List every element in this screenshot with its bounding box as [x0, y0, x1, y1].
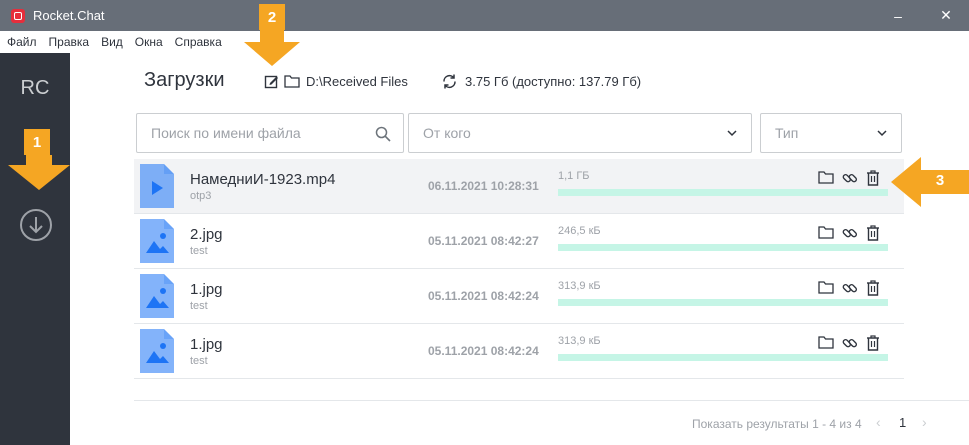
maximize-button[interactable] [877, 0, 923, 31]
file-name: 1.jpg [190, 336, 223, 353]
download-progress [558, 299, 888, 306]
callout-arrow-down-icon [8, 155, 70, 190]
title-bar: Rocket.Chat – ✕ [0, 0, 969, 31]
type-placeholder: Тип [775, 125, 799, 141]
download-row[interactable]: НамедниИ-1923.mp4 otp3 06.11.2021 10:28:… [134, 159, 904, 214]
file-size: 246,5 кБ [558, 225, 601, 237]
menu-file[interactable]: Файл [0, 35, 43, 49]
from-placeholder: От кого [423, 125, 471, 141]
download-progress [558, 354, 888, 361]
image-file-icon [140, 329, 174, 373]
file-sender: test [190, 355, 208, 367]
folder-icon[interactable] [818, 170, 834, 189]
download-progress [558, 189, 888, 196]
trash-icon[interactable] [866, 280, 880, 301]
image-file-icon [140, 274, 174, 318]
link-icon[interactable] [842, 225, 858, 246]
folder-icon [284, 74, 300, 93]
file-name: 1.jpg [190, 281, 223, 298]
server-logo[interactable]: RC [0, 77, 70, 100]
download-circle-icon[interactable] [19, 208, 53, 247]
server-sidebar: RC [0, 53, 70, 445]
menu-view[interactable]: Вид [95, 35, 129, 49]
file-size: 313,9 кБ [558, 280, 601, 292]
menu-bar: Файл Правка Вид Окна Справка [0, 31, 969, 53]
edit-icon[interactable] [264, 74, 279, 94]
image-file-icon [140, 219, 174, 263]
pagination-prev-button[interactable]: ‹ [876, 414, 881, 430]
trash-icon[interactable] [866, 225, 880, 246]
file-name: 2.jpg [190, 226, 223, 243]
file-date: 05.11.2021 08:42:24 [428, 289, 539, 303]
page-title: Загрузки [144, 69, 225, 91]
from-select[interactable]: От кого [408, 113, 752, 153]
search-placeholder: Поиск по имени файла [151, 125, 301, 141]
folder-icon[interactable] [818, 225, 834, 244]
menu-windows[interactable]: Окна [129, 35, 169, 49]
refresh-icon[interactable] [441, 73, 458, 95]
file-size: 1,1 ГБ [558, 170, 590, 182]
folder-icon[interactable] [818, 335, 834, 354]
link-icon[interactable] [842, 170, 858, 191]
link-icon[interactable] [842, 280, 858, 301]
folder-icon[interactable] [818, 280, 834, 299]
file-size: 313,9 кБ [558, 335, 601, 347]
download-row[interactable]: 1.jpg test 05.11.2021 08:42:24 313,9 кБ [134, 324, 904, 379]
chevron-down-icon [875, 126, 889, 143]
menu-help[interactable]: Справка [169, 35, 228, 49]
callout-badge-3: 3 [935, 171, 945, 189]
file-sender: otp3 [190, 190, 212, 202]
link-icon[interactable] [842, 335, 858, 356]
callout-badge-1: 1 [24, 129, 50, 155]
close-button[interactable]: ✕ [923, 0, 969, 31]
download-row[interactable]: 1.jpg test 05.11.2021 08:42:24 313,9 кБ [134, 269, 904, 324]
pagination-summary: Показать результаты 1 - 4 из 4 [692, 417, 862, 431]
file-sender: test [190, 245, 208, 257]
file-date: 05.11.2021 08:42:27 [428, 234, 539, 248]
menu-edit[interactable]: Правка [43, 35, 96, 49]
storage-info: 3.75 Гб (доступно: 137.79 Гб) [465, 74, 642, 89]
search-icon [375, 126, 391, 145]
download-row[interactable]: 2.jpg test 05.11.2021 08:42:27 246,5 кБ [134, 214, 904, 269]
pagination-page-1[interactable]: 1 [899, 415, 906, 430]
search-input[interactable]: Поиск по имени файла [136, 113, 404, 153]
type-select[interactable]: Тип [760, 113, 902, 153]
downloads-list: НамедниИ-1923.mp4 otp3 06.11.2021 10:28:… [134, 159, 904, 379]
callout-badge-2: 2 [259, 4, 285, 30]
chevron-down-icon [725, 126, 739, 143]
file-sender: test [190, 300, 208, 312]
footer-divider [134, 400, 969, 401]
download-path: D:\Received Files [306, 74, 408, 89]
callout-arrow-down-icon [244, 30, 300, 66]
file-date: 05.11.2021 08:42:24 [428, 344, 539, 358]
file-name: НамедниИ-1923.mp4 [190, 171, 336, 188]
window-title: Rocket.Chat [33, 8, 105, 23]
pagination-next-button[interactable]: › [922, 414, 927, 430]
file-date: 06.11.2021 10:28:31 [428, 179, 539, 193]
video-file-icon [140, 164, 174, 208]
trash-icon[interactable] [866, 335, 880, 356]
downloads-view: Загрузки D:\Received Files 3.75 Гб (дост… [70, 53, 969, 445]
rocketchat-app-icon [11, 8, 25, 23]
trash-icon[interactable] [866, 170, 880, 191]
download-progress [558, 244, 888, 251]
